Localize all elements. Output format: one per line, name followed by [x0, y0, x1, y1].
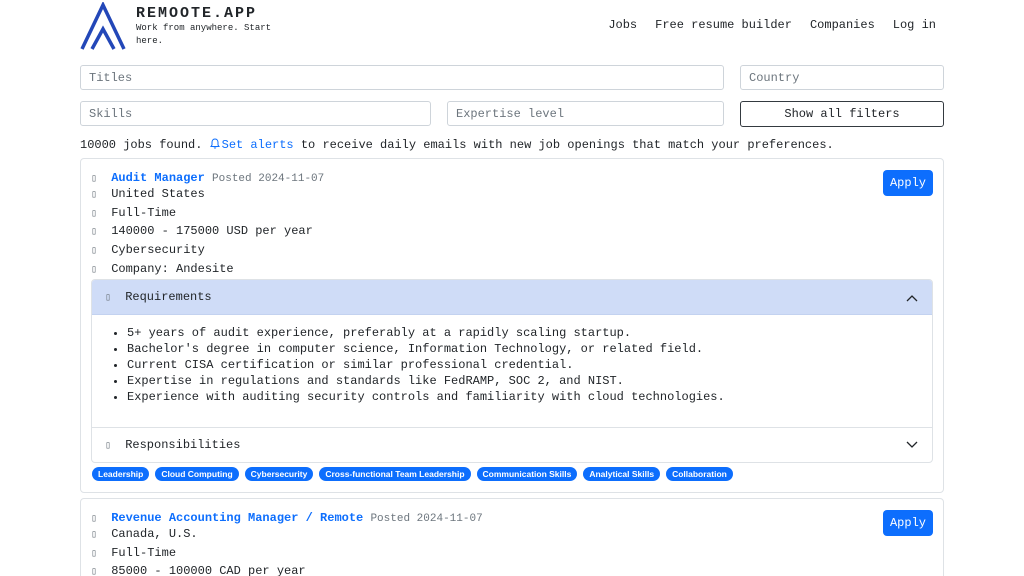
apply-button[interactable]: Apply: [883, 510, 933, 536]
skill-tag: Cybersecurity: [244, 467, 314, 481]
job-details-accordion: ▯ Requirements 5+ years of audit experie…: [91, 279, 933, 463]
location-icon: ▯: [91, 530, 98, 541]
show-all-filters-button[interactable]: Show all filters: [740, 101, 944, 127]
job-header: ▯ Revenue Accounting Manager / Remote Po…: [91, 511, 483, 525]
job-salary: ▯ 140000 - 175000 USD per year: [91, 224, 313, 238]
skill-tag: Leadership: [92, 467, 150, 481]
job-location: ▯ United States: [91, 187, 205, 201]
job-title-link[interactable]: Audit Manager: [111, 171, 205, 185]
job-icon: ▯: [91, 514, 98, 525]
results-summary: 10000 jobs found. Set alerts to receive …: [80, 138, 834, 152]
skill-tag: Cross-functional Team Leadership: [319, 467, 471, 481]
job-title-link[interactable]: Revenue Accounting Manager / Remote: [111, 511, 363, 525]
salary-text: 85000 - 100000 CAD per year: [111, 564, 306, 576]
posted-date: Posted 2024-11-07: [212, 173, 325, 185]
money-icon: ▯: [91, 567, 98, 576]
responsibilities-label: ▯ Responsibilities: [105, 438, 240, 452]
results-count: 10000 jobs found.: [80, 138, 203, 152]
apply-button[interactable]: Apply: [883, 170, 933, 196]
expertise-level-input[interactable]: [447, 101, 724, 126]
skill-tag: Analytical Skills: [583, 467, 661, 481]
job-type-text: Full-Time: [111, 206, 177, 220]
list-item: Bachelor's degree in computer science, I…: [127, 341, 725, 357]
list-item: 5+ years of audit experience, preferably…: [127, 325, 725, 341]
clock-icon: ▯: [91, 209, 98, 220]
titles-input[interactable]: [80, 65, 724, 90]
posted-date: Posted 2024-11-07: [370, 513, 483, 525]
results-summary-text: to receive daily emails with new job ope…: [300, 138, 834, 152]
nav-jobs[interactable]: Jobs: [608, 18, 637, 32]
company-text: Company: Andesite: [111, 262, 234, 276]
requirements-text: Requirements: [125, 290, 212, 304]
job-type-text: Full-Time: [111, 546, 177, 560]
bell-icon[interactable]: [209, 138, 220, 149]
list-item: Current CISA certification or similar pr…: [127, 357, 725, 373]
skill-tag: Cloud Computing: [155, 467, 239, 481]
job-location: ▯ Canada, U.S.: [91, 527, 198, 541]
requirements-label: ▯ Requirements: [105, 290, 212, 304]
main-nav: Jobs Free resume builder Companies Log i…: [608, 18, 936, 32]
skills-input[interactable]: [80, 101, 431, 126]
brand-tagline: Work from anywhere. Start here.: [136, 23, 272, 46]
job-card: ▯ Audit Manager Posted 2024-11-07 Apply …: [80, 158, 944, 493]
chevron-down-icon: [906, 441, 918, 448]
nav-resume-builder[interactable]: Free resume builder: [655, 18, 792, 32]
site-header: REMOOTE.APP Work from anywhere. Start he…: [80, 0, 944, 52]
location-text: United States: [111, 187, 205, 201]
brand-name: REMOOTE.APP: [136, 5, 258, 22]
skill-tags: Leadership Cloud Computing Cybersecurity…: [92, 467, 733, 481]
job-type: ▯ Full-Time: [91, 546, 176, 560]
money-icon: ▯: [91, 227, 98, 238]
list-item: Expertise in regulations and standards l…: [127, 373, 725, 389]
building-icon: ▯: [91, 265, 98, 276]
salary-text: 140000 - 175000 USD per year: [111, 224, 313, 238]
responsibilities-header[interactable]: ▯ Responsibilities: [92, 427, 932, 462]
job-card: ▯ Revenue Accounting Manager / Remote Po…: [80, 498, 944, 576]
location-text: Canada, U.S.: [111, 527, 198, 541]
country-input[interactable]: [740, 65, 944, 90]
requirements-header[interactable]: ▯ Requirements: [92, 280, 932, 315]
clock-icon: ▯: [91, 549, 98, 560]
chevron-up-icon: [906, 295, 918, 302]
logo-icon[interactable]: [80, 2, 126, 50]
nav-login[interactable]: Log in: [893, 18, 936, 32]
set-alerts-link[interactable]: Set alerts: [222, 138, 294, 152]
nav-companies[interactable]: Companies: [810, 18, 875, 32]
job-icon: ▯: [91, 174, 98, 185]
category-text: Cybersecurity: [111, 243, 205, 257]
job-category: ▯ Cybersecurity: [91, 243, 205, 257]
job-header: ▯ Audit Manager Posted 2024-11-07: [91, 171, 324, 185]
responsibilities-text: Responsibilities: [125, 438, 241, 452]
location-icon: ▯: [91, 190, 98, 201]
skill-tag: Communication Skills: [476, 467, 578, 481]
requirements-list: 5+ years of audit experience, preferably…: [127, 325, 725, 405]
job-company: ▯ Company: Andesite: [91, 262, 234, 276]
list-item: Experience with auditing security contro…: [127, 389, 725, 405]
category-icon: ▯: [91, 246, 98, 257]
skill-tag: Collaboration: [666, 467, 733, 481]
job-salary: ▯ 85000 - 100000 CAD per year: [91, 564, 306, 576]
tasks-icon: ▯: [105, 441, 112, 452]
job-type: ▯ Full-Time: [91, 206, 176, 220]
list-icon: ▯: [105, 293, 112, 304]
